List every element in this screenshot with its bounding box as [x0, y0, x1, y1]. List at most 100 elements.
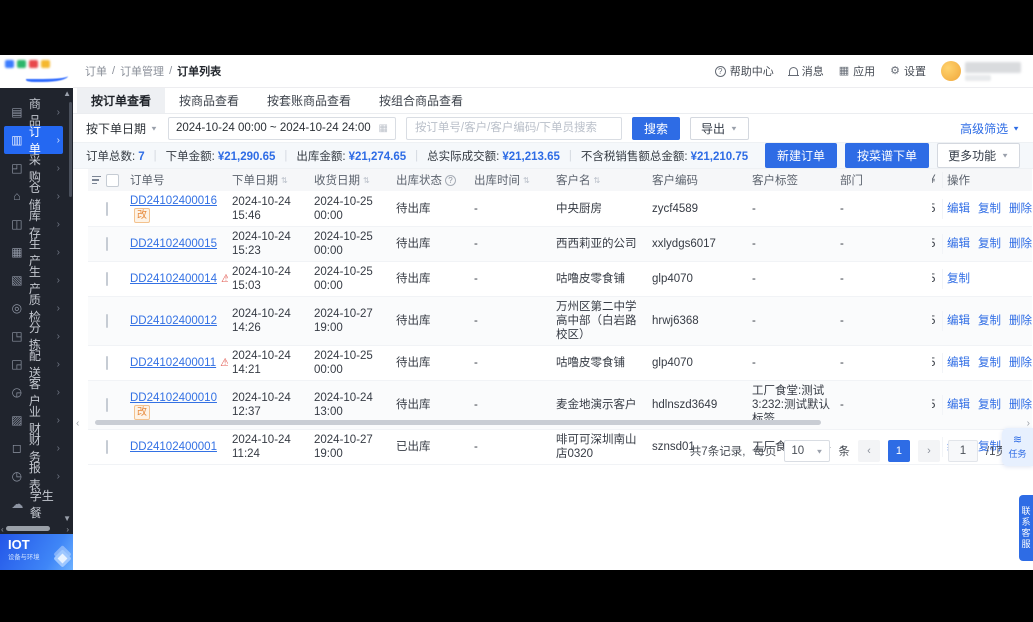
sidebar-item-qc[interactable]: ◎ 质检 › — [0, 293, 65, 324]
user-account[interactable] — [941, 61, 1021, 81]
sort-icon[interactable]: ⇅ — [594, 176, 601, 185]
search-button[interactable]: 搜索 — [631, 116, 680, 140]
order-number-link[interactable]: DD24102400014 — [130, 273, 217, 285]
sidebar-item-customer[interactable]: ◶ 客户 › — [0, 377, 65, 408]
sidebar-item-goods[interactable]: ▤ 商品 › — [0, 97, 65, 128]
order-number-link[interactable]: DD24102400010 — [130, 392, 217, 404]
current-page-button[interactable]: 1 — [887, 440, 910, 462]
row-checkbox[interactable] — [106, 398, 108, 412]
topbar-action-help[interactable]: ? 帮助中心 — [714, 63, 774, 79]
user-name-blur-2 — [965, 74, 991, 81]
sidebar-scroll-up-icon[interactable]: ▲ — [63, 89, 71, 98]
next-page-button[interactable]: › — [917, 440, 940, 462]
topbar-action-apps[interactable]: ▦ 应用 — [839, 63, 875, 79]
table-scroll-left-icon[interactable]: ‹ — [76, 419, 79, 429]
cell-customer-name: 万州区第二中学高中部（白岩路校区） — [556, 301, 637, 341]
chevron-right-icon: › — [56, 106, 60, 118]
more-actions-button[interactable]: 更多功能 ▼ — [937, 143, 1020, 168]
edit-link[interactable]: 编辑 — [947, 202, 970, 216]
delete-link[interactable]: 删除 — [1009, 314, 1032, 328]
search-input[interactable] — [405, 116, 622, 140]
prev-page-button[interactable]: ‹ — [857, 440, 880, 462]
edit-link[interactable]: 编辑 — [947, 237, 970, 251]
row-checkbox[interactable] — [106, 237, 108, 251]
advanced-filter-toggle[interactable]: 高级筛选 ▼ — [960, 120, 1020, 137]
avatar — [941, 61, 961, 81]
sidebar-iot-banner[interactable]: IOT 设备与环境 — [0, 534, 73, 570]
perpage-select[interactable]: 10 ▼ — [784, 440, 831, 462]
date-range-picker[interactable]: 2024-10-24 00:00 ~ 2024-10-24 24:00 ▦ — [167, 116, 396, 140]
select-all-checkbox[interactable] — [106, 173, 119, 187]
sidebar-item-delivery[interactable]: ◲ 配送 › — [0, 349, 65, 380]
sidebar-item-finance[interactable]: ◻ 财务 › — [0, 433, 65, 464]
task-float-button[interactable]: ≋ 任务 — [1002, 428, 1033, 466]
breadcrumb-item[interactable]: 订单 — [85, 63, 107, 79]
copy-link[interactable]: 复制 — [978, 314, 1001, 328]
order-number-link[interactable]: DD24102400016 — [130, 195, 217, 207]
sort-icon[interactable]: ⇅ — [523, 176, 530, 185]
copy-link[interactable]: 复制 — [978, 356, 1001, 370]
gear-icon: ⚙ — [890, 64, 900, 77]
order-number-link[interactable]: DD24102400012 — [130, 315, 217, 327]
export-button[interactable]: 导出 ▼ — [689, 116, 749, 140]
sidebar-item-stock[interactable]: ◫ 库存 › — [0, 209, 65, 240]
column-header-status: 出库状态? — [392, 172, 470, 188]
sidebar-item-warehouse[interactable]: ⌂ 仓储 › — [0, 181, 65, 212]
cell-order-no: DD24102400011 ⚠ — [126, 353, 228, 373]
order-number-link[interactable]: DD24102400011 — [130, 357, 216, 369]
topbar-action-message[interactable]: 消息 — [787, 63, 824, 79]
sidebar-item-production[interactable]: ▦ 生产 › — [0, 237, 65, 268]
copy-link[interactable]: 复制 — [978, 398, 1001, 412]
edit-link[interactable]: 编辑 — [947, 314, 970, 328]
topbar-action-settings[interactable]: ⚙ 设置 — [890, 63, 926, 79]
tab-2[interactable]: 按套账商品查看 — [253, 88, 365, 113]
sidebar-vertical-scrollbar[interactable] — [69, 102, 72, 197]
row-checkbox[interactable] — [106, 356, 108, 370]
contact-service-button[interactable]: 联系客服 — [1019, 495, 1033, 561]
delete-link[interactable]: 删除 — [1009, 398, 1032, 412]
edit-link[interactable]: 编辑 — [947, 398, 970, 412]
order-by-menu-button[interactable]: 按菜谱下单 — [845, 143, 930, 168]
copy-link[interactable]: 复制 — [978, 237, 1001, 251]
sorting-icon: ◳ — [11, 329, 23, 343]
sidebar-item-orders[interactable]: ▥ 订单 › — [4, 125, 63, 156]
breadcrumb-item[interactable]: 订单管理 — [120, 63, 164, 79]
sidebar-hscroll-right-icon[interactable]: › — [66, 525, 69, 534]
order-number-link[interactable]: DD24102400001 — [130, 441, 217, 453]
sidebar-item-purchase[interactable]: ◰ 采购 › — [0, 153, 65, 184]
column-settings-icon[interactable] — [92, 175, 101, 185]
sidebar-item-student-meal[interactable]: ☁ 学生餐 — [0, 489, 65, 520]
new-order-button[interactable]: 新建订单 — [765, 143, 838, 168]
sidebar-scroll-down-icon[interactable]: ▼ — [63, 514, 71, 523]
tab-0[interactable]: 按订单查看 — [77, 88, 166, 113]
sidebar-item-sorting[interactable]: ◳ 分拣 › — [0, 321, 65, 352]
sort-icon[interactable]: ⇅ — [281, 176, 288, 185]
sidebar-item-production2[interactable]: ▧ 生产 › — [0, 265, 65, 296]
page-jump-input[interactable] — [947, 440, 978, 462]
delete-link[interactable]: 删除 — [1009, 237, 1032, 251]
copy-link[interactable]: 复制 — [947, 272, 970, 286]
edit-link[interactable]: 编辑 — [947, 356, 970, 370]
help-circle-icon[interactable]: ? — [445, 174, 456, 186]
row-checkbox[interactable] — [106, 314, 108, 328]
row-checkbox[interactable] — [106, 440, 108, 454]
row-checkbox[interactable] — [106, 272, 108, 286]
task-label: 任务 — [1008, 448, 1027, 459]
sidebar-item-biz-finance[interactable]: ▨ 业财 › — [0, 405, 65, 436]
sidebar-item-report[interactable]: ◷ 报表 › — [0, 461, 65, 492]
tab-1[interactable]: 按商品查看 — [165, 88, 253, 113]
copy-link[interactable]: 复制 — [978, 202, 1001, 216]
date-type-select[interactable]: 按下单日期 ▼ — [86, 120, 158, 137]
delete-link[interactable]: 删除 — [1009, 356, 1032, 370]
delete-link[interactable]: 删除 — [1009, 202, 1032, 216]
cell-out-time: - — [474, 357, 478, 369]
sort-icon[interactable]: ⇅ — [363, 176, 370, 185]
row-checkbox[interactable] — [106, 201, 108, 216]
table-horizontal-scrollbar[interactable] — [95, 420, 821, 425]
sidebar-hscroll-left-icon[interactable]: ‹ — [1, 525, 4, 534]
order-number-link[interactable]: DD24102400015 — [130, 238, 217, 250]
more-actions-label: 更多功能 — [948, 149, 997, 163]
tab-3[interactable]: 按组合商品查看 — [365, 88, 477, 113]
sidebar-horizontal-scrollbar[interactable] — [6, 526, 50, 531]
cell-status: 待出库 — [396, 357, 431, 369]
